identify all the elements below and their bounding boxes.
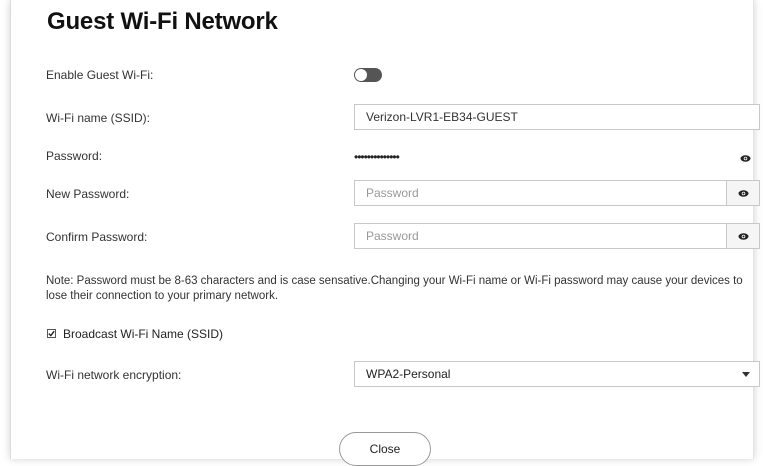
eye-icon[interactable] [740, 150, 751, 168]
ssid-label: Wi-Fi name (SSID): [46, 111, 151, 125]
confirm-password-input[interactable] [366, 225, 726, 247]
toggle-knob [355, 69, 367, 81]
password-note: Note: Password must be 8-63 characters a… [46, 275, 743, 302]
encryption-label: Wi-Fi network encryption: [46, 368, 182, 382]
eye-icon[interactable] [726, 224, 759, 248]
dialog-title: Guest Wi-Fi Network [47, 8, 278, 35]
ssid-input[interactable] [366, 106, 726, 128]
enable-guest-wifi-toggle[interactable] [354, 68, 382, 82]
enable-guest-wifi-label: Enable Guest Wi-Fi: [46, 68, 154, 82]
new-password-input[interactable] [366, 182, 726, 204]
encryption-selected-value: WPA2-Personal [366, 367, 451, 381]
encryption-select[interactable]: WPA2-Personal [354, 361, 760, 387]
close-button[interactable]: Close [339, 432, 431, 466]
confirm-password-field[interactable] [354, 223, 760, 249]
new-password-field[interactable] [354, 180, 760, 206]
guest-wifi-dialog: Guest Wi-Fi Network Enable Guest Wi-Fi: … [10, 0, 760, 466]
broadcast-ssid-checkbox[interactable] [47, 329, 56, 338]
broadcast-ssid-label[interactable]: Broadcast Wi-Fi Name (SSID) [63, 327, 223, 341]
ssid-field[interactable] [354, 104, 760, 130]
chevron-down-icon [742, 372, 750, 377]
new-password-label: New Password: [46, 187, 130, 201]
password-masked-value: •••••••••••••• [354, 150, 400, 164]
confirm-password-label: Confirm Password: [46, 230, 148, 244]
password-label: Password: [46, 149, 103, 163]
eye-icon[interactable] [726, 181, 759, 205]
